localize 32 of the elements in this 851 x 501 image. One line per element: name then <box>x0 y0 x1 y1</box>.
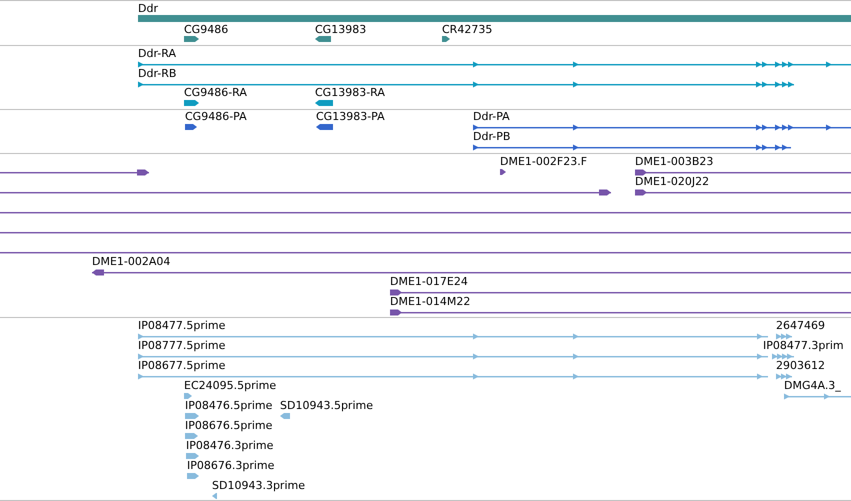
feature-label: DME1-014M22 <box>390 295 470 308</box>
feature-label: SD10943.3prime <box>212 479 305 492</box>
feature-label: Ddr <box>138 2 158 15</box>
feature-label: Ddr-RA <box>138 47 176 60</box>
feature-label: CG9486 <box>184 23 228 36</box>
feature-label: Ddr-RB <box>138 67 176 80</box>
feature-label: CG9486-RA <box>184 86 247 99</box>
feature-label: 2647469 <box>776 319 825 332</box>
feature-label: CG13983 <box>315 23 366 36</box>
feature-label: IP08477.5prime <box>138 319 226 332</box>
feature-label: CR42735 <box>442 23 492 36</box>
feature-label: IP08477.3prim <box>763 339 844 352</box>
feature-label: DME1-017E24 <box>390 275 468 288</box>
feature-label: IP08676.3prime <box>187 459 274 472</box>
feature-label: CG9486-PA <box>185 110 247 123</box>
feature-label: Ddr-PB <box>473 130 510 143</box>
feature-label: SD10943.5prime <box>280 399 373 412</box>
feature-label: DME1-020J22 <box>635 175 710 188</box>
feature-label: DME1-002A04 <box>92 255 170 268</box>
feature-label: Ddr-PA <box>473 110 510 123</box>
feature-label: DME1-003B23 <box>635 155 714 168</box>
feature-label: EC24095.5prime <box>184 379 276 392</box>
feature-label: 2903612 <box>776 359 825 372</box>
feature-label: IP08777.5prime <box>138 339 226 352</box>
feature-label: IP08476.5prime <box>185 399 272 412</box>
feature-label: IP08676.5prime <box>185 419 272 432</box>
feature-label: CG13983-RA <box>315 86 385 99</box>
feature-label: CG13983-PA <box>316 110 385 123</box>
feature-label: DMG4A.3_ <box>784 379 841 392</box>
feature-label: IP08476.3prime <box>186 439 274 452</box>
feature-label: IP08677.5prime <box>138 359 226 372</box>
feature-label: DME1-002F23.F <box>500 155 588 168</box>
